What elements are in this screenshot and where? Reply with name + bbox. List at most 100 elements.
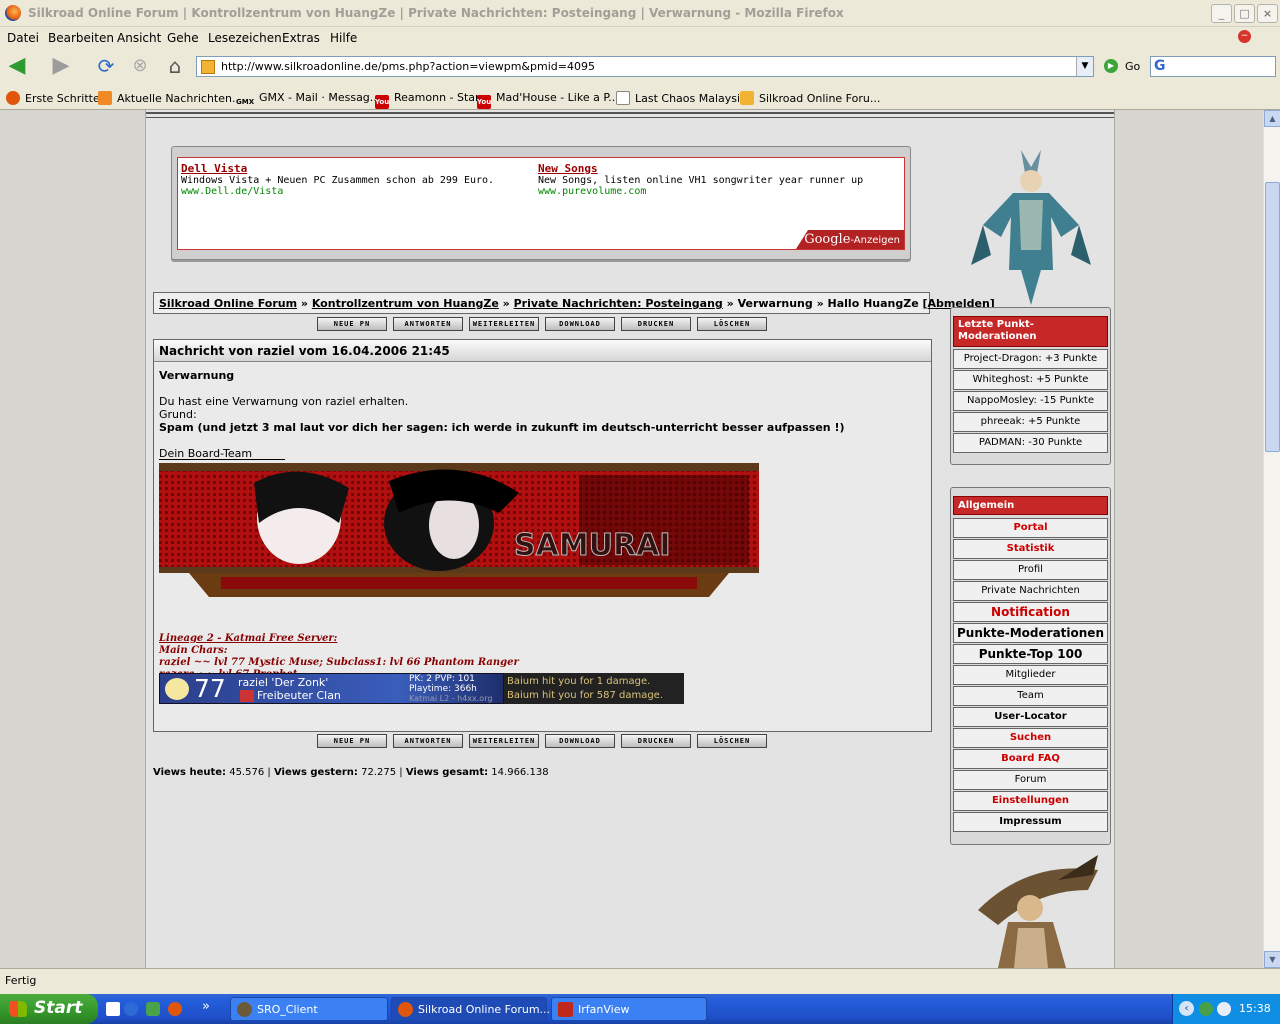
ad-title-link[interactable]: New Songs <box>538 162 598 175</box>
signature-server-link[interactable]: Lineage 2 - Katmai Free Server: <box>159 633 337 644</box>
go-icon[interactable]: ▶ <box>1104 59 1118 73</box>
sidebar-menu-item[interactable]: User-Locator <box>953 707 1108 727</box>
url-dropdown-icon[interactable]: ▼ <box>1076 57 1093 76</box>
menu-gehe[interactable]: Gehe <box>167 31 199 45</box>
download-button[interactable]: DOWNLOAD <box>545 317 615 331</box>
delete-button[interactable]: LÖSCHEN <box>697 734 767 748</box>
print-button[interactable]: DRUCKEN <box>621 317 691 331</box>
stop-icon[interactable]: ⊗ <box>127 54 153 80</box>
menu-lesezeichen[interactable]: Lesezeichen <box>208 31 282 45</box>
url-input[interactable]: http://www.silkroadonline.de/pms.php?act… <box>221 60 595 73</box>
menu-bearbeiten[interactable]: Bearbeiten <box>48 31 114 45</box>
sidebar-menu-item[interactable]: Portal <box>953 518 1108 538</box>
print-button[interactable]: DRUCKEN <box>621 734 691 748</box>
sidebar-menu-item[interactable]: Punkte-Top 100 <box>953 644 1108 664</box>
close-button[interactable]: × <box>1257 4 1278 23</box>
quicklaunch-firefox-icon[interactable] <box>168 1002 182 1016</box>
scroll-thumb[interactable] <box>1265 182 1280 452</box>
bookmark-gmx[interactable]: GMX GMX - Mail · Messag... <box>236 91 380 109</box>
reply-button[interactable]: ANTWORTEN <box>393 317 463 331</box>
page-viewport: Dell Vista Windows Vista + Neuen PC Zusa… <box>0 110 1263 968</box>
quicklaunch-chevron-icon[interactable]: » <box>202 999 210 1014</box>
menu-hilfe[interactable]: Hilfe <box>330 31 357 45</box>
forward-arrow-icon[interactable]: ▶ <box>48 54 74 80</box>
sidebar-menu-item[interactable]: Team <box>953 686 1108 706</box>
irfanview-icon <box>558 1002 573 1017</box>
ad-url-link[interactable]: www.Dell.de/Vista <box>181 186 283 197</box>
vertical-scrollbar[interactable]: ▲ ▼ <box>1263 110 1280 968</box>
bookmark-erste-schritte[interactable]: Erste Schritte <box>6 91 100 105</box>
forward-button[interactable]: WEITERLEITEN <box>469 317 539 331</box>
home-icon[interactable]: ⌂ <box>162 54 188 80</box>
start-button[interactable]: Start <box>0 994 98 1024</box>
reload-icon[interactable]: ⟳ <box>93 54 119 80</box>
forward-button[interactable]: WEITERLEITEN <box>469 734 539 748</box>
sidebar-menu-item[interactable]: Statistik <box>953 539 1108 559</box>
general-menu-box: Allgemein Portal Statistik Profil Private N… <box>950 487 1111 845</box>
sidebar-menu-item[interactable]: Suchen <box>953 728 1108 748</box>
sidebar-menu-item[interactable]: Board FAQ <box>953 749 1108 769</box>
delete-button[interactable]: LÖSCHEN <box>697 317 767 331</box>
sidebar-menu-item[interactable]: Notification <box>953 602 1108 622</box>
google-search-icon: G <box>1154 58 1166 74</box>
back-arrow-icon[interactable]: ◀ <box>4 54 30 80</box>
minimize-button[interactable]: _ <box>1211 4 1232 23</box>
breadcrumb-inbox-link[interactable]: Private Nachrichten: Posteingang <box>514 297 723 310</box>
breadcrumb-forum-link[interactable]: Silkroad Online Forum <box>159 297 297 310</box>
bookmark-nachrichten[interactable]: Aktuelle Nachrichten... <box>98 91 242 105</box>
new-pm-button[interactable]: NEUE PN <box>317 734 387 748</box>
bookmark-madhouse[interactable]: You Mad'House - Like a P... <box>477 91 619 109</box>
task-sro-client[interactable]: SRO_Client <box>230 997 388 1021</box>
tray-clock-icon[interactable] <box>1217 1002 1231 1016</box>
quicklaunch-ie-icon[interactable] <box>124 1002 138 1016</box>
stop-badge-icon[interactable]: − <box>1238 30 1251 43</box>
maximize-button[interactable]: □ <box>1234 4 1255 23</box>
tray-clock[interactable]: 15:38 <box>1239 1002 1271 1015</box>
bookmark-reamonn[interactable]: You Reamonn - Star <box>375 91 480 109</box>
bookmark-last-chaos[interactable]: Last Chaos Malaysia <box>616 91 747 105</box>
signature-text: raziel ~~ lvl 77 Mystic Muse; Subclass1:… <box>159 657 519 668</box>
sidebar-menu-item[interactable]: Forum <box>953 770 1108 790</box>
lineage-userbar[interactable]: 77 raziel 'Der Zonk' Freibeuter Clan PK:… <box>159 673 504 704</box>
moderation-box: Letzte Punkt-Moderationen Project-Dragon… <box>950 307 1111 465</box>
sidebar-menu-item[interactable]: Punkte-Moderationen <box>953 623 1108 643</box>
firefox-icon <box>398 1002 413 1017</box>
menu-datei[interactable]: Datei <box>7 31 39 45</box>
bookmark-silkroad[interactable]: Silkroad Online Foru... <box>740 91 880 105</box>
general-menu-title: Allgemein <box>953 496 1108 515</box>
ad-url-link[interactable]: www.purevolume.com <box>538 186 646 197</box>
new-pm-button[interactable]: NEUE PN <box>317 317 387 331</box>
sidebar-menu-item[interactable]: Private Nachrichten <box>953 581 1108 601</box>
sidebar-menu-item[interactable]: Mitglieder <box>953 665 1108 685</box>
ad-title-link[interactable]: Dell Vista <box>181 162 247 175</box>
sidebar-menu-item[interactable]: Impressum <box>953 812 1108 832</box>
breadcrumb-control-link[interactable]: Kontrollzentrum von HuangZe <box>312 297 499 310</box>
pk-stats: PK: 2 PVP: 101 <box>409 674 475 684</box>
forum-icon <box>740 91 754 105</box>
window-title: Silkroad Online Forum | Kontrollzentrum … <box>28 6 844 20</box>
download-button[interactable]: DOWNLOAD <box>545 734 615 748</box>
task-firefox[interactable]: Silkroad Online Forum... <box>391 997 550 1021</box>
char-name: raziel 'Der Zonk' <box>238 676 329 689</box>
menu-extras[interactable]: Extras <box>282 31 320 45</box>
reply-button[interactable]: ANTWORTEN <box>393 734 463 748</box>
samurai-signature-banner[interactable]: SAMURAI <box>159 463 759 597</box>
search-input[interactable]: G <box>1150 56 1276 77</box>
signature-text: Main Chars: <box>159 645 228 656</box>
quicklaunch-desktop-icon[interactable] <box>106 1002 120 1016</box>
tray-expand-icon[interactable]: ‹ <box>1179 1001 1194 1016</box>
sidebar-menu-item[interactable]: Einstellungen <box>953 791 1108 811</box>
google-ads-label[interactable]: Google-Anzeigen <box>796 230 904 249</box>
window-titlebar[interactable]: Silkroad Online Forum | Kontrollzentrum … <box>0 0 1280 27</box>
address-bar[interactable]: http://www.silkroadonline.de/pms.php?act… <box>196 56 1094 77</box>
gmx-icon: GMX <box>236 95 254 109</box>
tray-network-icon[interactable] <box>1199 1002 1213 1016</box>
scroll-down-icon[interactable]: ▼ <box>1264 951 1280 968</box>
ad-description: New Songs, listen online VH1 songwriter … <box>538 175 864 186</box>
quicklaunch-media-icon[interactable] <box>146 1002 160 1016</box>
go-button[interactable]: Go <box>1125 60 1140 73</box>
scroll-up-icon[interactable]: ▲ <box>1264 110 1280 127</box>
menu-ansicht[interactable]: Ansicht <box>117 31 161 45</box>
sidebar-menu-item[interactable]: Profil <box>953 560 1108 580</box>
task-irfanview[interactable]: IrfanView <box>551 997 707 1021</box>
